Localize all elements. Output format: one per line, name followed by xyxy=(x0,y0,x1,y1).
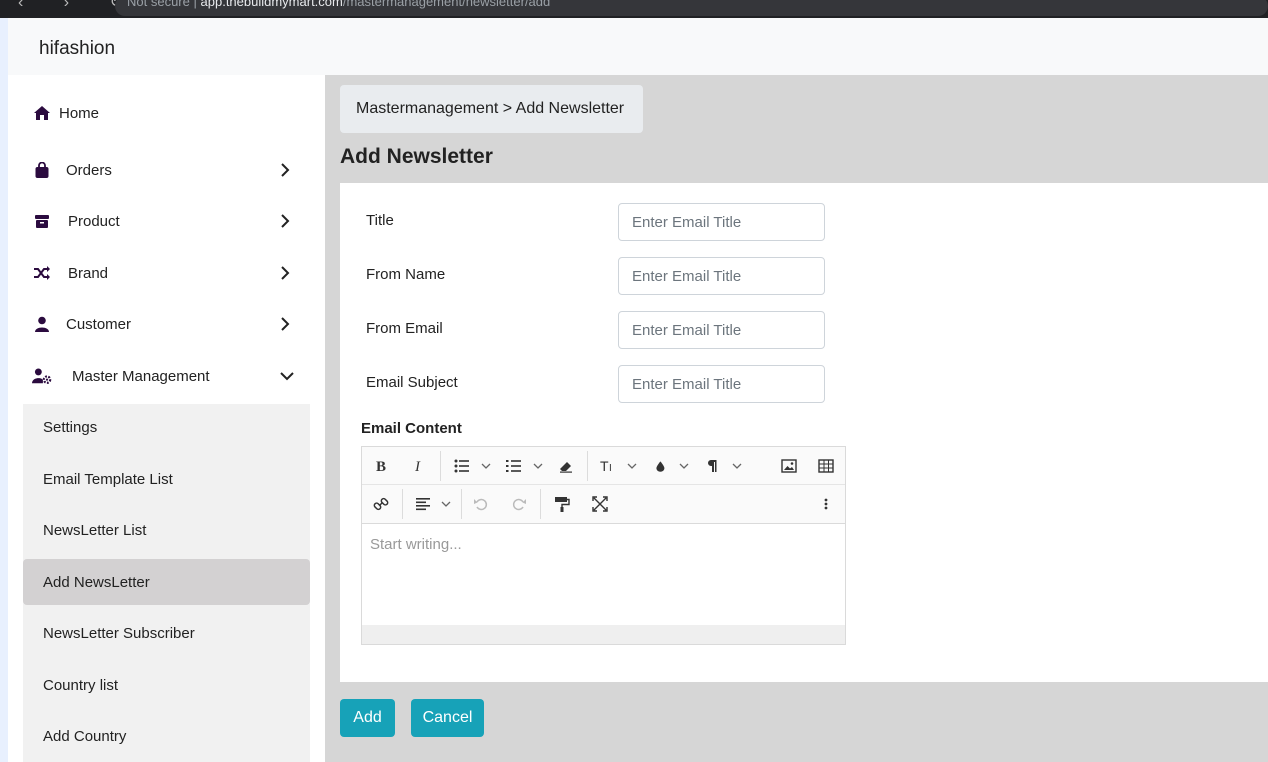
left-gutter xyxy=(0,18,8,762)
home-icon xyxy=(32,103,52,123)
submenu-item-country-list[interactable]: Country list xyxy=(23,662,310,708)
svg-text:I: I xyxy=(609,463,612,474)
sidebar-item-brand[interactable]: Brand xyxy=(8,251,325,295)
rich-text-editor: B I TI Start writing... xyxy=(361,446,846,645)
italic-icon[interactable]: I xyxy=(410,456,428,476)
toolbar-row-2 xyxy=(362,485,845,523)
submenu-item-email-template-list[interactable]: Email Template List xyxy=(23,456,310,502)
address-host: app.thebuildmymart.com xyxy=(200,0,343,9)
from-email-label: From Email xyxy=(366,320,443,337)
address-separator: | xyxy=(193,0,197,9)
sidebar-item-label: Master Management xyxy=(72,367,210,385)
email-content-label: Email Content xyxy=(361,420,462,437)
sidebar-item-label: Product xyxy=(68,212,120,230)
sidebar-item-product[interactable]: Product xyxy=(8,199,325,243)
from-name-input[interactable] xyxy=(618,257,825,295)
browser-chrome: ‹ › ↻ Not secure | app.thebuildmymart.co… xyxy=(0,0,1268,18)
chevron-right-icon xyxy=(276,161,294,179)
sidebar-item-label: Customer xyxy=(66,315,132,333)
bullet-list-icon[interactable] xyxy=(454,456,494,476)
sidebar-item-customer[interactable]: Customer xyxy=(8,302,325,346)
user-cog-icon xyxy=(32,366,52,386)
svg-text:T: T xyxy=(600,458,609,474)
undo-icon[interactable] xyxy=(472,494,490,514)
add-button[interactable]: Add xyxy=(340,699,395,737)
address-path: /mastermanagement/newsletter/add xyxy=(342,0,551,9)
more-options-icon[interactable] xyxy=(817,494,835,514)
shuffle-icon xyxy=(32,263,52,283)
numbered-list-icon[interactable] xyxy=(506,456,546,476)
submenu-item-newsletter-list[interactable]: NewsLetter List xyxy=(23,507,310,553)
title-label: Title xyxy=(366,212,394,229)
shopping-bag-icon xyxy=(32,160,52,180)
from-email-input[interactable] xyxy=(618,311,825,349)
paragraph-icon[interactable] xyxy=(707,456,747,476)
from-name-label: From Name xyxy=(366,266,446,283)
chevron-right-icon xyxy=(276,264,294,282)
chevron-right-icon xyxy=(276,315,294,333)
toolbar-separator xyxy=(587,451,588,481)
redo-icon[interactable] xyxy=(510,494,528,514)
editor-toolbar: B I TI xyxy=(362,447,845,524)
align-icon[interactable] xyxy=(416,494,456,514)
editor-status-bar xyxy=(362,625,845,644)
security-label: Not secure xyxy=(127,0,190,9)
font-size-icon[interactable]: TI xyxy=(600,456,640,476)
sidebar-item-master-management[interactable]: Master Management xyxy=(8,354,325,398)
toolbar-separator xyxy=(540,489,541,519)
sidebar-item-orders[interactable]: Orders xyxy=(8,148,325,192)
link-icon[interactable] xyxy=(372,494,390,514)
svg-text:I: I xyxy=(414,459,421,474)
page-title: Add Newsletter xyxy=(340,145,493,168)
breadcrumb: Mastermanagement > Add Newsletter xyxy=(340,85,643,133)
svg-text:B: B xyxy=(376,459,386,474)
toolbar-separator xyxy=(440,451,441,481)
sidebar-item-label: Home xyxy=(59,104,100,122)
image-icon[interactable] xyxy=(780,456,798,476)
toolbar-separator xyxy=(402,489,403,519)
bold-icon[interactable]: B xyxy=(372,456,390,476)
user-icon xyxy=(32,314,52,334)
submenu-item-add-newsletter[interactable]: Add NewsLetter xyxy=(23,559,310,605)
submenu-item-settings[interactable]: Settings xyxy=(23,404,310,450)
eraser-icon[interactable] xyxy=(557,456,575,476)
cancel-button[interactable]: Cancel xyxy=(411,699,484,737)
sidebar: Home Orders Product Brand Customer Maste… xyxy=(8,75,325,762)
sidebar-item-label: Orders xyxy=(66,161,112,179)
app-header: hifashion xyxy=(8,18,1268,75)
sidebar-item-label: Brand xyxy=(68,264,109,282)
sidebar-item-home[interactable]: Home xyxy=(8,91,325,135)
submenu-item-newsletter-subscriber[interactable]: NewsLetter Subscriber xyxy=(23,610,310,656)
brand-name[interactable]: hifashion xyxy=(39,38,115,60)
toolbar-row-1: B I TI xyxy=(362,447,845,485)
table-icon[interactable] xyxy=(817,456,835,476)
email-subject-label: Email Subject xyxy=(366,374,458,391)
fullscreen-icon[interactable] xyxy=(591,494,609,514)
submenu-item-add-country[interactable]: Add Country xyxy=(23,713,310,759)
chevron-down-icon xyxy=(278,367,296,385)
archive-box-icon xyxy=(32,211,52,231)
email-subject-input[interactable] xyxy=(618,365,825,403)
title-input[interactable] xyxy=(618,203,825,241)
newsletter-form-card: Title From Name From Email Email Subject… xyxy=(340,183,1268,682)
font-color-icon[interactable] xyxy=(654,456,694,476)
editor-content-area[interactable]: Start writing... xyxy=(362,524,845,625)
chevron-right-icon xyxy=(276,212,294,230)
master-management-submenu: Settings Email Template List NewsLetter … xyxy=(23,404,310,762)
address-bar[interactable]: Not secure | app.thebuildmymart.com/mast… xyxy=(115,0,1268,16)
format-painter-icon[interactable] xyxy=(553,494,571,514)
toolbar-separator xyxy=(461,489,462,519)
